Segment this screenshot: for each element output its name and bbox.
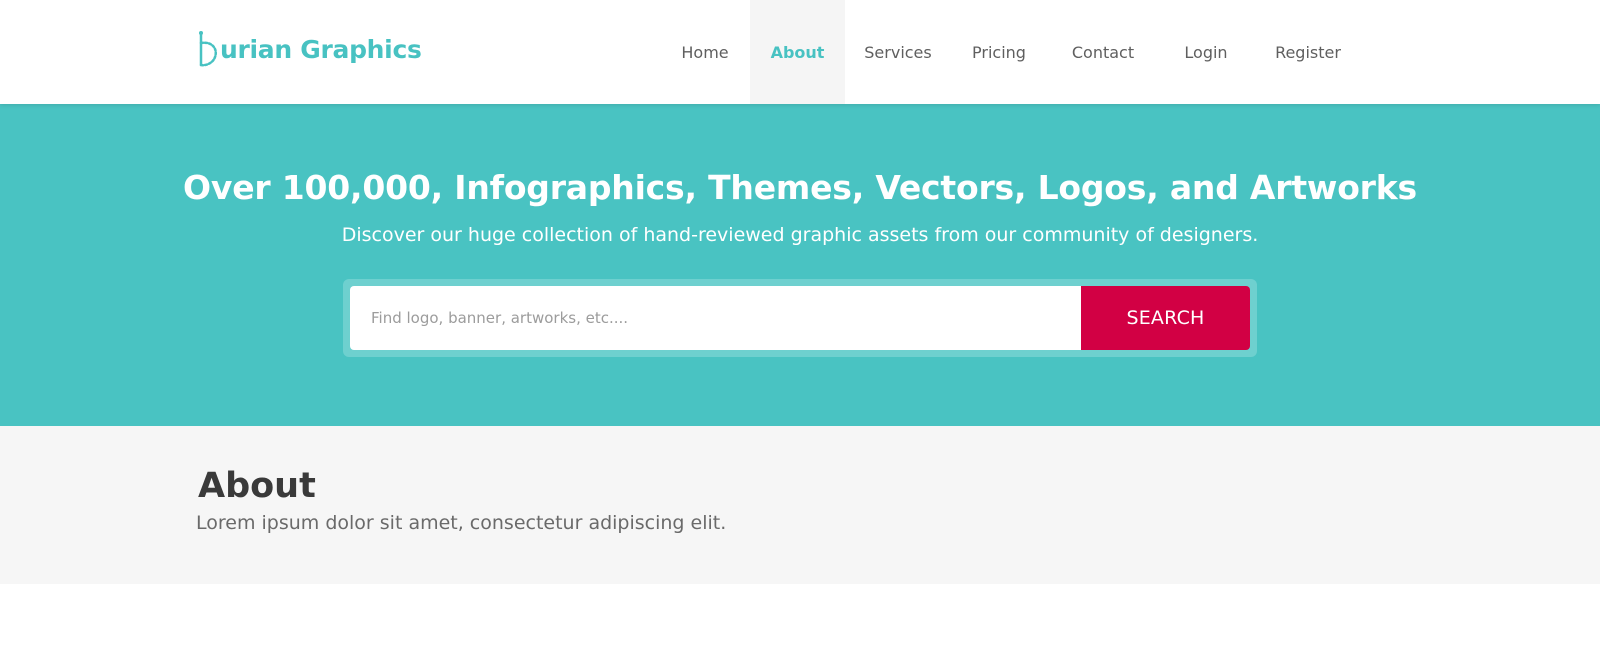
hero-title: Over 100,000, Infographics, Themes, Vect… (183, 168, 1417, 207)
logo-text: urian Graphics (220, 34, 422, 64)
nav-item-contact[interactable]: Contact (1060, 0, 1146, 104)
nav-item-register[interactable]: Register (1266, 0, 1350, 104)
hero-subtitle: Discover our huge collection of hand-rev… (341, 224, 1259, 246)
search-button[interactable]: SEARCH (1081, 286, 1250, 350)
search-bar: SEARCH (343, 279, 1257, 357)
nav-item-services[interactable]: Services (858, 0, 938, 104)
search-input[interactable] (350, 286, 1081, 350)
site-logo[interactable]: urian Graphics (198, 26, 422, 72)
about-title: About (198, 466, 316, 506)
about-section: About Lorem ipsum dolor sit amet, consec… (0, 426, 1600, 584)
site-header: urian Graphics Home About Services Prici… (0, 0, 1600, 104)
nav-item-pricing[interactable]: Pricing (962, 0, 1036, 104)
nav-item-login[interactable]: Login (1170, 0, 1242, 104)
hero-banner: Over 100,000, Infographics, Themes, Vect… (0, 104, 1600, 426)
nav-item-about[interactable]: About (750, 0, 845, 104)
about-text: Lorem ipsum dolor sit amet, consectetur … (196, 512, 727, 534)
nav-item-home[interactable]: Home (668, 0, 742, 104)
durian-logo-icon (198, 29, 220, 69)
search-box: SEARCH (350, 286, 1250, 350)
